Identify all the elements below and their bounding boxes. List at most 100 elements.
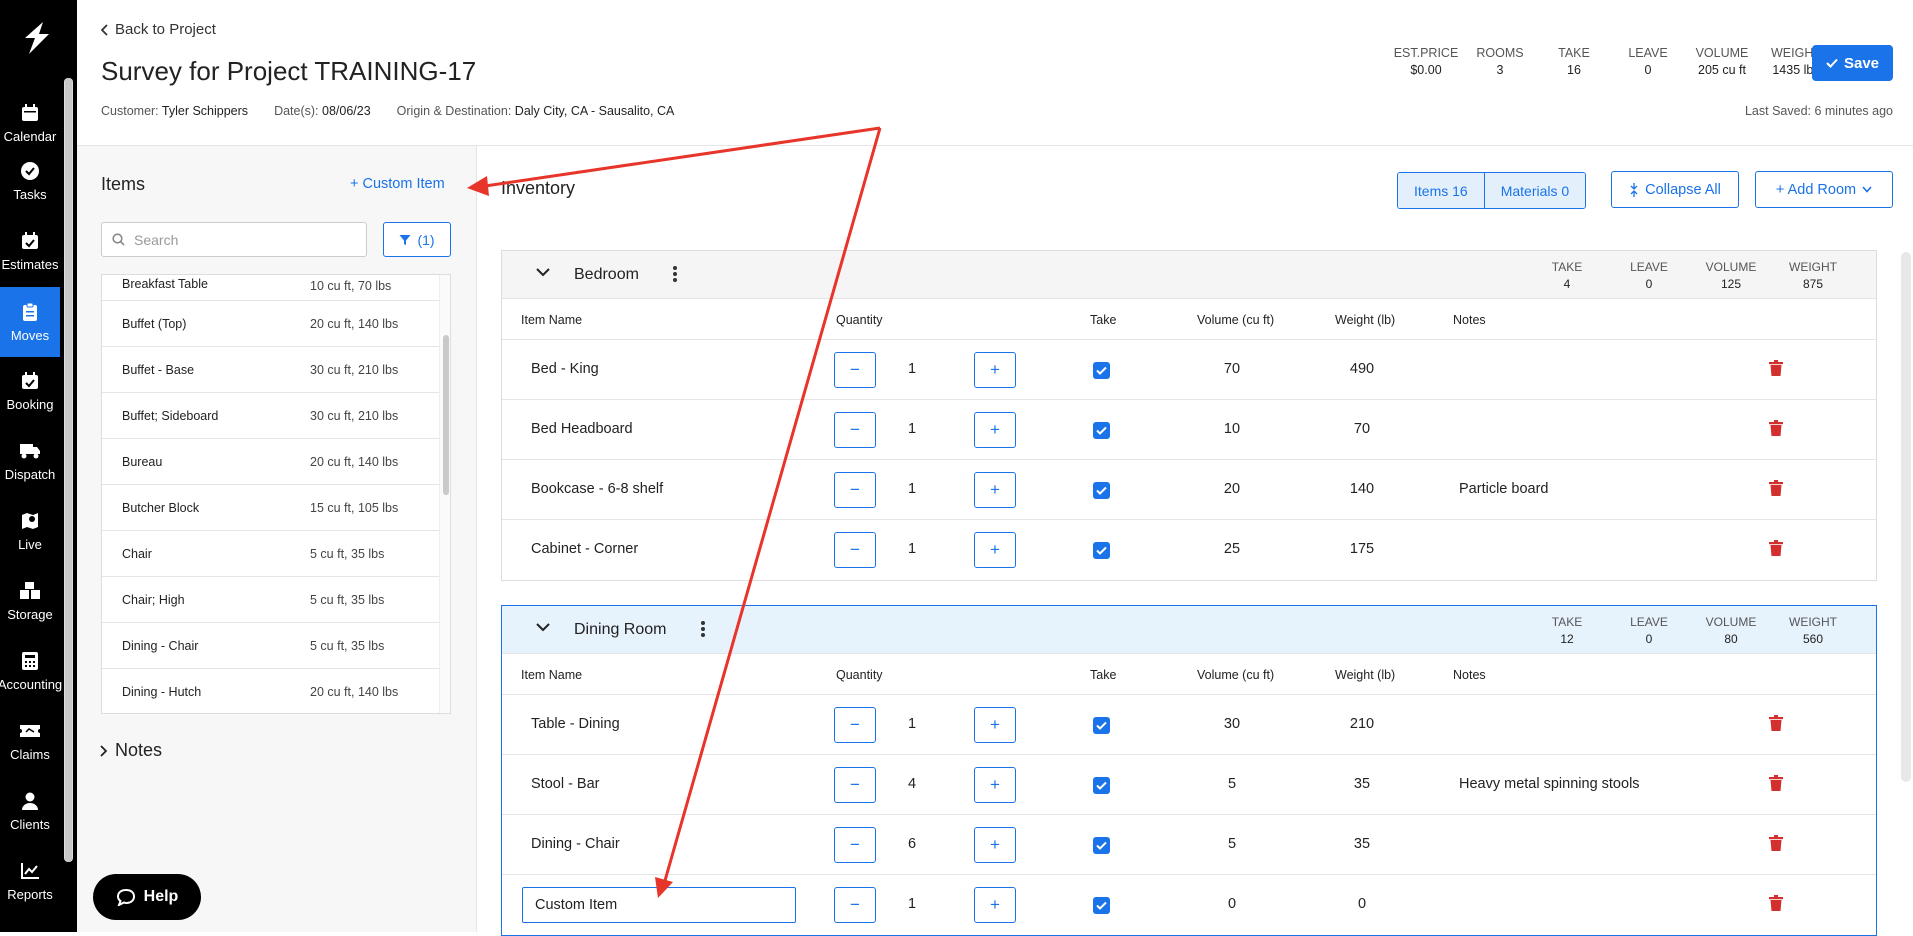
nav-item-reports[interactable]: Reports	[0, 846, 60, 916]
item-name: Stool - Bar	[531, 776, 600, 792]
filter-button[interactable]: (1)	[383, 222, 451, 257]
search-icon	[112, 233, 125, 246]
item-volume: 0	[1227, 896, 1237, 912]
nav-item-tasks[interactable]: Tasks	[0, 146, 60, 216]
decrease-quantity-button[interactable]: −	[834, 532, 876, 568]
boxes-icon	[19, 580, 41, 602]
nav-item-storage[interactable]: Storage	[0, 566, 60, 636]
list-item[interactable]: Breakfast Table 10 cu ft, 70 lbs	[102, 275, 450, 301]
check-icon	[1096, 426, 1107, 435]
increase-quantity-button[interactable]: +	[974, 352, 1016, 388]
list-item[interactable]: Chair 5 cu ft, 35 lbs	[102, 531, 450, 577]
chevron-down-icon[interactable]	[536, 622, 550, 632]
increase-quantity-button[interactable]: +	[974, 767, 1016, 803]
nav-label: Tasks	[13, 187, 47, 202]
table-row: − 1 + 0 0	[502, 875, 1876, 935]
room-stats: TAKE 4 LEAVE 0 VOLUME 125 WEIGHT 875	[1551, 260, 1837, 291]
notes-toggle[interactable]: Notes	[99, 740, 162, 761]
list-item[interactable]: Dining - Chair 5 cu ft, 35 lbs	[102, 623, 450, 669]
collapse-all-button[interactable]: Collapse All	[1611, 171, 1739, 208]
take-checkbox[interactable]	[1093, 482, 1110, 499]
decrease-quantity-button[interactable]: −	[834, 827, 876, 863]
nav-item-moves[interactable]: Moves	[0, 287, 60, 357]
item-volume: 5	[1227, 776, 1237, 792]
app-logo[interactable]	[19, 20, 55, 56]
list-item[interactable]: Bureau 20 cu ft, 140 lbs	[102, 439, 450, 485]
increase-quantity-button[interactable]: +	[974, 412, 1016, 448]
item-quantity: 1	[907, 361, 917, 377]
trash-icon[interactable]	[1769, 835, 1783, 851]
item-volume: 10	[1223, 421, 1241, 437]
item-quantity: 1	[907, 716, 917, 732]
list-item[interactable]: Buffet - Base 30 cu ft, 210 lbs	[102, 347, 450, 393]
nav-label: Dispatch	[4, 467, 56, 482]
list-item[interactable]: Butcher Block 15 cu ft, 105 lbs	[102, 485, 450, 531]
nav-item-claims[interactable]: Claims	[0, 706, 60, 776]
list-item[interactable]: Chair; High 5 cu ft, 35 lbs	[102, 577, 450, 623]
nav-scrollbar[interactable]	[64, 78, 73, 862]
more-options-icon[interactable]	[672, 265, 678, 283]
help-button[interactable]: Help	[93, 874, 201, 920]
trash-icon[interactable]	[1769, 715, 1783, 731]
decrease-quantity-button[interactable]: −	[834, 767, 876, 803]
take-checkbox[interactable]	[1093, 837, 1110, 854]
trash-icon[interactable]	[1769, 360, 1783, 376]
stat-est-price: EST.PRICE $0.00	[1393, 46, 1459, 77]
trash-icon[interactable]	[1769, 420, 1783, 436]
item-search[interactable]	[101, 222, 367, 257]
nav-item-booking[interactable]: Booking	[0, 356, 60, 426]
trash-icon[interactable]	[1769, 895, 1783, 911]
item-quantity: 4	[907, 776, 917, 792]
take-checkbox[interactable]	[1093, 777, 1110, 794]
list-item[interactable]: Buffet; Sideboard 30 cu ft, 210 lbs	[102, 393, 450, 439]
increase-quantity-button[interactable]: +	[974, 887, 1016, 923]
custom-item-name-input[interactable]	[522, 887, 796, 923]
take-checkbox[interactable]	[1093, 897, 1110, 914]
list-item[interactable]: Buffet (Top) 20 cu ft, 140 lbs	[102, 301, 450, 347]
item-catalog-list: Breakfast Table 10 cu ft, 70 lbs Buffet (…	[101, 274, 451, 714]
more-options-icon[interactable]	[700, 620, 706, 638]
trash-icon[interactable]	[1769, 540, 1783, 556]
take-checkbox[interactable]	[1093, 422, 1110, 439]
add-room-button[interactable]: + Add Room	[1755, 171, 1893, 208]
nav-item-estimates[interactable]: Estimates	[0, 216, 60, 286]
project-stats: EST.PRICE $0.00 ROOMS 3 TAKE 16 LEAVE 0 VOLU…	[1389, 45, 1833, 79]
room-header: Bedroom TAKE 4 LEAVE 0 VOLUME 125 WEIGHT 875	[502, 251, 1876, 299]
decrease-quantity-button[interactable]: −	[834, 352, 876, 388]
take-checkbox[interactable]	[1093, 362, 1110, 379]
increase-quantity-button[interactable]: +	[974, 827, 1016, 863]
map-pin-icon	[19, 510, 41, 532]
item-quantity: 6	[907, 836, 917, 852]
decrease-quantity-button[interactable]: −	[834, 472, 876, 508]
collapse-icon	[1630, 182, 1638, 197]
list-scrollbar[interactable]	[439, 275, 450, 713]
search-input[interactable]	[134, 231, 354, 248]
back-to-project-link[interactable]: Back to Project	[101, 21, 216, 38]
stat-take: TAKE 16	[1558, 46, 1590, 77]
chevron-down-icon[interactable]	[536, 267, 550, 277]
increase-quantity-button[interactable]: +	[974, 532, 1016, 568]
back-label: Back to Project	[115, 21, 216, 38]
increase-quantity-button[interactable]: +	[974, 472, 1016, 508]
add-custom-item-link[interactable]: + Custom Item	[350, 176, 445, 192]
decrease-quantity-button[interactable]: −	[834, 887, 876, 923]
table-row: Bookcase - 6-8 shelf − 1 + 20 140 Partic…	[502, 460, 1876, 520]
take-checkbox[interactable]	[1093, 717, 1110, 734]
tab-materials[interactable]: Materials 0	[1483, 173, 1586, 208]
tab-items[interactable]: Items 16	[1398, 173, 1484, 208]
increase-quantity-button[interactable]: +	[974, 707, 1016, 743]
nav-item-live[interactable]: Live	[0, 496, 60, 566]
trash-icon[interactable]	[1769, 775, 1783, 791]
nav-item-accounting[interactable]: Accounting	[0, 636, 62, 706]
save-button[interactable]: Save	[1812, 45, 1893, 81]
inventory-scrollbar[interactable]	[1901, 252, 1911, 782]
decrease-quantity-button[interactable]: −	[834, 412, 876, 448]
nav-item-dispatch[interactable]: Dispatch	[0, 426, 60, 496]
nav-label: Clients	[10, 817, 50, 832]
nav-item-clients[interactable]: Clients	[0, 776, 60, 846]
decrease-quantity-button[interactable]: −	[834, 707, 876, 743]
nav-label: Moves	[10, 328, 50, 343]
trash-icon[interactable]	[1769, 480, 1783, 496]
take-checkbox[interactable]	[1093, 542, 1110, 559]
list-item[interactable]: Dining - Hutch 20 cu ft, 140 lbs	[102, 669, 450, 713]
